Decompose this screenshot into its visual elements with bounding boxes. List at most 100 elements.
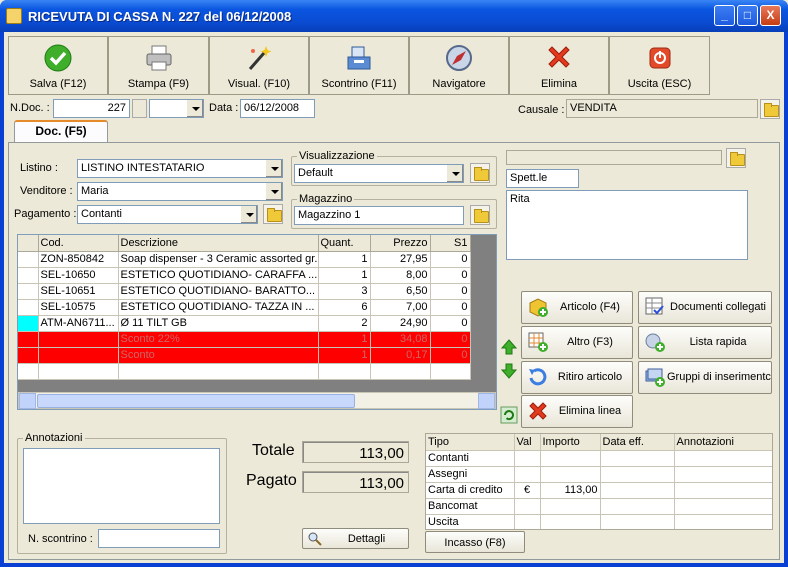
cell-prezzo[interactable]: 8,00	[370, 267, 431, 284]
cell-quant[interactable]	[318, 363, 371, 380]
cell-prezzo[interactable]: 34,08	[370, 331, 431, 348]
elimina-linea-button[interactable]: Elimina linea	[521, 395, 633, 428]
cell-cod[interactable]: SEL-10651	[38, 283, 119, 300]
receipt-button[interactable]: Scontrino (F11)	[309, 36, 409, 95]
documenti-collegati-button[interactable]: Documenti collegati	[638, 291, 772, 324]
view-button[interactable]: Visual. (F10)	[209, 36, 309, 95]
altro-button[interactable]: Altro (F3)	[521, 326, 633, 359]
magazzino-folder-button[interactable]	[470, 205, 490, 225]
cell-val[interactable]	[514, 450, 541, 467]
cell-annotazioni[interactable]	[674, 450, 772, 467]
col-header-s1[interactable]: S1	[430, 235, 471, 252]
col-header-prezzo[interactable]: Prezzo	[370, 235, 431, 252]
cell-val[interactable]	[514, 498, 541, 515]
cell-cod[interactable]: SEL-10650	[38, 267, 119, 284]
col-header-val[interactable]: Val	[514, 434, 541, 451]
articolo-button[interactable]: Articolo (F4)	[521, 291, 633, 324]
table-row[interactable]: SEL-10650 ESTETICO QUOTIDIANO- CARAFFA ..…	[18, 267, 471, 284]
payment-row[interactable]: Contanti	[426, 450, 772, 467]
cell-val[interactable]: €	[514, 482, 541, 499]
cell-prezzo[interactable]: 24,90	[370, 315, 431, 332]
customer-folder-button[interactable]	[726, 148, 746, 168]
cell-quant[interactable]: 2	[318, 315, 371, 332]
col-header-tipo[interactable]: Tipo	[426, 434, 515, 451]
incasso-button[interactable]: Incasso (F8)	[425, 531, 525, 553]
cell-cod[interactable]: ZON-850842	[38, 251, 119, 268]
col-header-quant[interactable]: Quant.	[318, 235, 371, 252]
causale-folder-button[interactable]	[760, 99, 780, 119]
pagamento-select[interactable]: Contanti	[77, 205, 258, 224]
table-row[interactable]: ZON-850842 Soap dispenser - 3 Ceramic ass…	[18, 251, 471, 268]
cell-cod[interactable]: ATM-AN6711...	[38, 315, 119, 332]
row-selector[interactable]	[18, 267, 39, 284]
lista-rapida-button[interactable]: Lista rapida	[638, 326, 772, 359]
annotazioni-textarea[interactable]	[23, 448, 220, 524]
cell-data-eff[interactable]	[600, 466, 675, 483]
cell-quant[interactable]: 6	[318, 299, 371, 316]
customer-name-input[interactable]: Rita	[506, 190, 748, 260]
table-row[interactable]: Sconto 22% 1 34,08 0	[18, 331, 471, 348]
payment-row[interactable]: Uscita	[426, 514, 772, 529]
cell-annotazioni[interactable]	[674, 498, 772, 515]
cell-s1[interactable]	[430, 363, 471, 380]
scroll-thumb[interactable]	[37, 394, 355, 408]
cell-importo[interactable]	[540, 514, 601, 529]
cell-tipo[interactable]: Assegni	[426, 466, 515, 483]
row-selector[interactable]	[18, 347, 39, 364]
col-header-cod[interactable]: Cod.	[38, 235, 119, 252]
cell-quant[interactable]: 1	[318, 267, 371, 284]
cell-cod[interactable]	[38, 331, 119, 348]
cell-cod[interactable]	[38, 363, 119, 380]
refresh-icon[interactable]	[500, 406, 518, 424]
move-up-icon[interactable]	[500, 338, 518, 356]
cell-prezzo[interactable]: 27,95	[370, 251, 431, 268]
payment-row[interactable]: Bancomat	[426, 498, 772, 515]
magazzino-input[interactable]: Magazzino 1	[294, 206, 464, 225]
cell-descrizione[interactable]: ESTETICO QUOTIDIANO- CARAFFA ...	[118, 267, 319, 284]
payment-row[interactable]: Assegni	[426, 466, 772, 483]
cell-descrizione[interactable]: ESTETICO QUOTIDIANO- TAZZA IN ...	[118, 299, 319, 316]
cell-quant[interactable]: 3	[318, 283, 371, 300]
cell-importo[interactable]	[540, 450, 601, 467]
col-header-importo[interactable]: Importo	[540, 434, 601, 451]
cell-s1[interactable]: 0	[430, 331, 471, 348]
print-button[interactable]: Stampa (F9)	[108, 36, 209, 95]
row-selector[interactable]	[18, 315, 39, 332]
cell-importo[interactable]: 113,00	[540, 482, 601, 499]
cell-prezzo[interactable]: 7,00	[370, 299, 431, 316]
col-header-data-eff[interactable]: Data eff.	[600, 434, 675, 451]
cell-data-eff[interactable]	[600, 482, 675, 499]
payment-row[interactable]: Carta di credito €113,00	[426, 482, 772, 499]
row-selector[interactable]	[18, 299, 39, 316]
cell-quant[interactable]: 1	[318, 251, 371, 268]
ritiro-articolo-button[interactable]: Ritiro articolo	[521, 361, 633, 394]
cell-cod[interactable]: SEL-10575	[38, 299, 119, 316]
cell-importo[interactable]	[540, 498, 601, 515]
close-button[interactable]: X	[760, 5, 781, 26]
cell-descrizione[interactable]: Sconto	[118, 347, 319, 364]
cell-descrizione[interactable]: Sconto 22%	[118, 331, 319, 348]
navigator-button[interactable]: Navigatore	[409, 36, 509, 95]
date-input[interactable]: 06/12/2008	[240, 99, 315, 118]
cell-tipo[interactable]: Uscita	[426, 514, 515, 529]
cell-s1[interactable]: 0	[430, 299, 471, 316]
cell-cod[interactable]	[38, 347, 119, 364]
cell-annotazioni[interactable]	[674, 514, 772, 529]
cell-tipo[interactable]: Contanti	[426, 450, 515, 467]
cell-data-eff[interactable]	[600, 450, 675, 467]
table-row[interactable]: ATM-AN6711... Ø 11 TILT GB 2 24,90 0	[18, 315, 471, 332]
dettagli-button[interactable]: Dettagli	[302, 528, 409, 549]
delete-button[interactable]: Elimina	[509, 36, 609, 95]
col-header-descrizione[interactable]: Descrizione	[118, 235, 319, 252]
cell-annotazioni[interactable]	[674, 482, 772, 499]
customer-code-input[interactable]	[506, 150, 722, 165]
cell-tipo[interactable]: Carta di credito	[426, 482, 515, 499]
cell-s1[interactable]: 0	[430, 283, 471, 300]
cell-descrizione[interactable]	[118, 363, 319, 380]
exit-button[interactable]: Uscita (ESC)	[609, 36, 710, 95]
visualizzazione-folder-button[interactable]	[470, 163, 490, 183]
ndoc-input[interactable]: 227	[53, 99, 130, 118]
cell-descrizione[interactable]: Soap dispenser - 3 Ceramic assorted gr..…	[118, 251, 319, 268]
cell-descrizione[interactable]: ESTETICO QUOTIDIANO- BARATTO...	[118, 283, 319, 300]
ndoc-series-select[interactable]	[149, 99, 204, 118]
